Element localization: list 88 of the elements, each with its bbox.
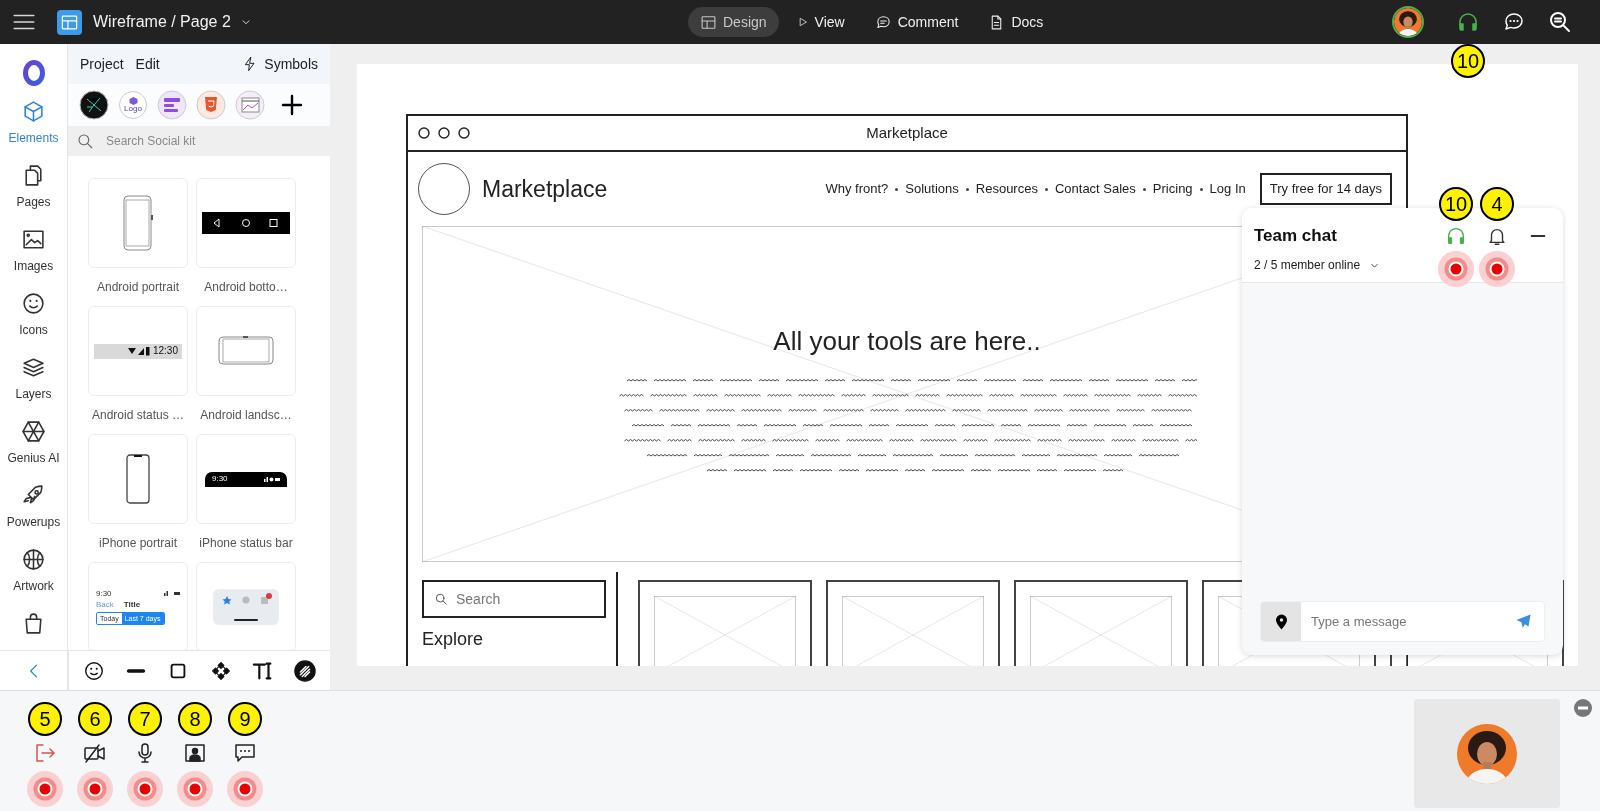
cube-icon — [128, 97, 138, 105]
rail-item[interactable]: Genius AI — [1, 416, 66, 480]
hero-title: All your tools are here.. — [773, 325, 1041, 358]
layers-icon — [21, 355, 46, 380]
panel-tab[interactable]: Project — [80, 53, 124, 75]
search-field[interactable]: Search — [422, 580, 606, 618]
chat-title: Team chat — [1254, 225, 1337, 248]
chat-icon[interactable] — [233, 741, 257, 765]
nav-link[interactable]: Solutions — [905, 179, 959, 199]
step-badge: 10 — [1439, 187, 1473, 221]
step-badge: 4 — [1480, 187, 1514, 221]
headset-icon[interactable] — [1456, 10, 1480, 34]
step-badge: 7 — [128, 702, 162, 736]
element-label: iPhone status bar — [199, 535, 293, 552]
mode-tab[interactable]: Design — [688, 7, 779, 37]
zoom-icon[interactable] — [1548, 10, 1572, 34]
rail-item[interactable]: Icons — [1, 288, 66, 352]
step-badge: 5 — [28, 702, 62, 736]
logo-icon[interactable] — [22, 60, 45, 86]
members-dropdown[interactable]: 2 / 5 member online — [1254, 256, 1382, 274]
search-icon — [434, 592, 448, 606]
camera-off-icon[interactable] — [83, 741, 107, 765]
element-label: Android botto… — [204, 279, 288, 296]
panel-tab[interactable]: Edit — [135, 53, 160, 75]
rail-item[interactable]: Artwork — [1, 544, 66, 608]
screen-title: Title — [123, 600, 141, 609]
element-label: Android portrait — [96, 279, 179, 296]
layout-icon — [700, 13, 717, 31]
kit-label: Logo — [124, 105, 142, 113]
signal-icons-icon — [127, 346, 150, 356]
section-heading: Explore — [422, 628, 485, 651]
document-title[interactable]: Wireframe / Page 2 — [93, 10, 253, 34]
headset-icon[interactable] — [1445, 225, 1467, 247]
hexagon-icon — [21, 419, 46, 444]
phone-drawing — [126, 454, 150, 504]
step-badge: 6 — [78, 702, 112, 736]
element-card[interactable]: 12:30 — [88, 306, 188, 396]
phone-drawing — [218, 336, 274, 366]
step-badge: 10 — [1451, 44, 1485, 78]
step-badge: 8 — [178, 702, 212, 736]
element-label: iPhone portrait — [98, 535, 177, 552]
step-badge: 9 — [228, 702, 262, 736]
status-icons-icon — [164, 591, 180, 596]
rail-item[interactable]: Layers — [1, 352, 66, 416]
phone-drawing — [123, 195, 153, 251]
window-title: Marketplace — [866, 122, 948, 143]
message-field[interactable]: Type a message — [1260, 601, 1545, 642]
app-logo-icon[interactable] — [57, 9, 82, 35]
image-icon — [21, 227, 46, 252]
signal-icons-icon — [264, 476, 280, 482]
rail-item[interactable]: Pages — [1, 160, 66, 224]
brand-name: Marketplace — [482, 174, 608, 204]
rail-item[interactable]: Images — [1, 224, 66, 288]
send-icon[interactable] — [1515, 613, 1532, 630]
mode-tab[interactable]: Docs — [976, 7, 1056, 37]
cta-button[interactable]: Try free for 14 days — [1259, 173, 1392, 205]
speech-bubble-icon — [874, 13, 892, 31]
move-tool-icon[interactable] — [209, 659, 232, 682]
element-card[interactable] — [196, 178, 296, 268]
status-time: 9:30 — [96, 589, 112, 598]
leave-icon[interactable] — [33, 741, 57, 765]
nav-link[interactable]: Pricing — [1152, 179, 1193, 199]
status-time: 12:30 — [152, 346, 178, 356]
presenter-icon[interactable] — [183, 741, 207, 765]
mode-tab[interactable]: View — [784, 7, 857, 37]
cube-icon — [21, 99, 46, 124]
search-icon — [76, 132, 94, 150]
status-time: 9:30 — [212, 475, 228, 483]
element-card[interactable]: 9:30 — [196, 434, 296, 524]
nav-link[interactable]: Resources — [975, 179, 1038, 199]
kit-button[interactable]: Logo — [118, 90, 148, 120]
ball-icon — [21, 547, 46, 572]
smiley-icon — [21, 291, 46, 316]
symbols-button[interactable]: Symbols — [242, 53, 318, 75]
nav-link[interactable]: Log In — [1209, 179, 1246, 199]
smiley-icon[interactable] — [83, 659, 106, 682]
rail-item[interactable]: Elements — [1, 96, 66, 160]
nav-link[interactable]: Why front? — [825, 179, 889, 199]
element-label: Android status … — [91, 407, 184, 424]
element-label: Android landsc… — [200, 407, 292, 424]
kit-button[interactable] — [79, 90, 109, 120]
window-controls-icon — [418, 127, 470, 139]
nav-link[interactable]: Contact Sales — [1054, 179, 1136, 199]
scribble-tool-icon[interactable] — [293, 659, 316, 682]
rail-item[interactable]: Powerups — [1, 480, 66, 544]
mode-tab[interactable]: Comment — [862, 7, 971, 37]
tab-bar-drawing — [213, 589, 279, 625]
add-icon[interactable] — [280, 93, 304, 117]
